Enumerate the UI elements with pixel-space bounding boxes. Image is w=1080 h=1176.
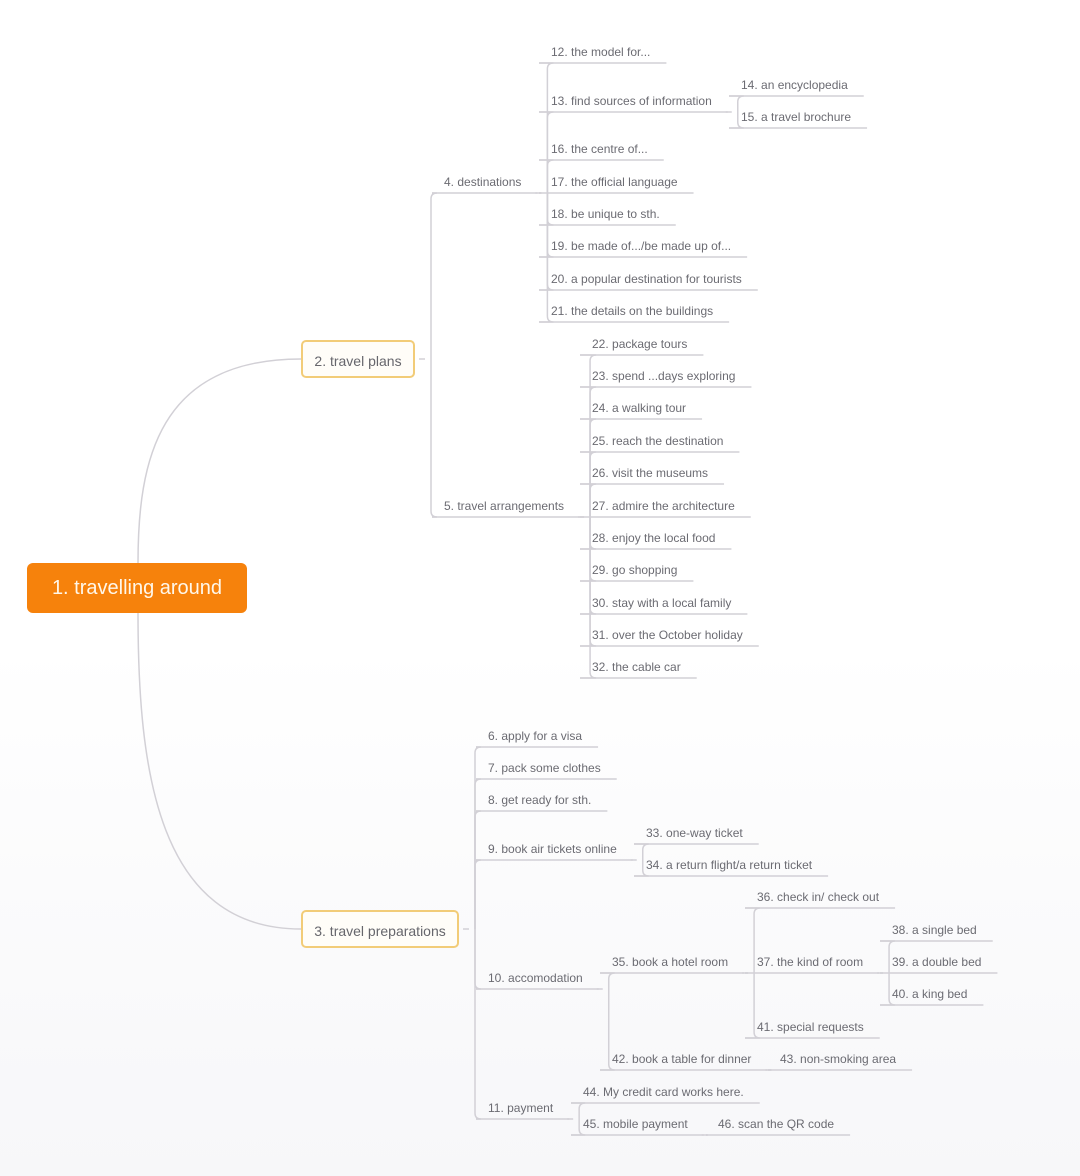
branch-connector [539,62,554,193]
topic-payment[interactable]: 11. payment [488,1101,553,1115]
branch-connector [600,972,615,989]
topic-october-holiday[interactable]: 31. over the October holiday [592,628,743,642]
branch-connector [474,859,482,929]
topic-accomodation[interactable]: 10. accomodation [488,971,583,985]
topic-single-bed[interactable]: 38. a single bed [892,923,977,937]
topic-book-air-tickets[interactable]: 9. book air tickets online [488,842,617,856]
branch-connector [430,359,438,518]
topic-get-ready[interactable]: 8. get ready for sth. [488,793,591,807]
mind-map-canvas: 1. travelling around 2. travel plans 3. … [0,0,1080,1176]
topic-visit-museums[interactable]: 26. visit the museums [592,466,708,480]
topic-travel-plans[interactable]: 2. travel plans [301,340,415,378]
topic-kind-of-room[interactable]: 37. the kind of room [757,955,863,969]
topic-double-bed[interactable]: 39. a double bed [892,955,981,969]
topic-credit-card[interactable]: 44. My credit card works here. [583,1085,744,1099]
topic-walking-tour[interactable]: 24. a walking tour [592,401,686,415]
topic-travel-brochure[interactable]: 15. a travel brochure [741,110,851,124]
branch-connector [474,746,482,929]
topic-find-sources[interactable]: 13. find sources of information [551,94,712,108]
topic-made-of[interactable]: 19. be made of.../be made up of... [551,239,731,253]
topic-go-shopping[interactable]: 29. go shopping [592,563,677,577]
topic-centre-of[interactable]: 16. the centre of... [551,142,648,156]
topic-book-hotel[interactable]: 35. book a hotel room [612,955,728,969]
topic-package-tours[interactable]: 22. package tours [592,337,687,351]
topic-book-table[interactable]: 42. book a table for dinner [612,1052,751,1066]
topic-pack-clothes[interactable]: 7. pack some clothes [488,761,601,775]
topic-local-food[interactable]: 28. enjoy the local food [592,531,715,545]
topic-admire-architecture[interactable]: 27. admire the architecture [592,499,735,513]
topic-travel-arrangements[interactable]: 5. travel arrangements [444,499,564,513]
root-branch-curve [137,612,302,930]
topic-king-bed[interactable]: 40. a king bed [892,987,967,1001]
topic-destinations[interactable]: 4. destinations [444,175,521,189]
topic-travel-preparations[interactable]: 3. travel preparations [301,910,459,948]
branch-connector [474,810,482,929]
topic-official-language[interactable]: 17. the official language [551,175,678,189]
topic-mobile-payment[interactable]: 45. mobile payment [583,1117,688,1131]
topic-special-requests[interactable]: 41. special requests [757,1020,864,1034]
branch-connector [474,929,482,990]
topic-spend-days[interactable]: 23. spend ...days exploring [592,369,735,383]
topic-return-ticket[interactable]: 34. a return flight/a return ticket [646,858,812,872]
branch-connector [474,929,482,1120]
topic-encyclopedia[interactable]: 14. an encyclopedia [741,78,848,92]
topic-scan-qr[interactable]: 46. scan the QR code [718,1117,834,1131]
topic-apply-visa[interactable]: 6. apply for a visa [488,729,582,743]
topic-unique-to[interactable]: 18. be unique to sth. [551,207,660,221]
branch-connector [474,778,482,929]
topic-cable-car[interactable]: 32. the cable car [592,660,681,674]
topic-reach-destination[interactable]: 25. reach the destination [592,434,723,448]
topic-non-smoking[interactable]: 43. non-smoking area [780,1052,896,1066]
branch-connector [430,192,438,359]
topic-building-details[interactable]: 21. the details on the buildings [551,304,713,318]
topic-local-family[interactable]: 30. stay with a local family [592,596,731,610]
topic-one-way-ticket[interactable]: 33. one-way ticket [646,826,743,840]
topic-popular-destination[interactable]: 20. a popular destination for tourists [551,272,742,286]
root-topic[interactable]: 1. travelling around [27,563,247,613]
topic-check-in-out[interactable]: 36. check in/ check out [757,890,879,904]
topic-model-for[interactable]: 12. the model for... [551,45,650,59]
root-branch-curve [137,358,302,564]
